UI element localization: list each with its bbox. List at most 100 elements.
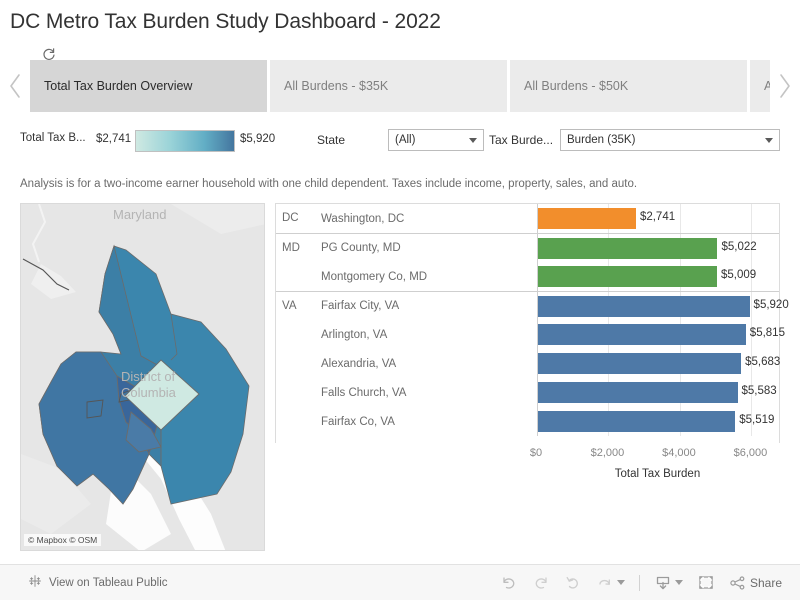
tab-label: All Burdens - $35K bbox=[284, 79, 389, 93]
jurisdiction-cell: Fairfax Co, VA bbox=[321, 415, 395, 428]
share-label: Share bbox=[749, 575, 782, 590]
bar[interactable] bbox=[538, 296, 750, 317]
table-row[interactable]: Alexandria, VA $5,683 bbox=[276, 349, 781, 378]
tabs-container: Total Tax Burden Overview All Burdens - … bbox=[30, 60, 770, 112]
bar[interactable] bbox=[538, 353, 742, 374]
bar-cell: $5,683 bbox=[537, 349, 781, 378]
tab-label: All Burdens - $50K bbox=[524, 79, 629, 93]
view-on-tableau-public-label: View on Tableau Public bbox=[49, 576, 168, 589]
x-axis-tick-label: $6,000 bbox=[733, 447, 768, 459]
toolbar-divider bbox=[638, 574, 640, 591]
jurisdiction-cell: PG County, MD bbox=[321, 242, 401, 254]
jurisdiction-cell: Washington, DC bbox=[321, 212, 405, 225]
x-axis-tick-label: $2,000 bbox=[590, 447, 625, 459]
bar-value-label: $5,583 bbox=[741, 385, 777, 397]
tableau-logo-icon bbox=[28, 574, 42, 591]
state-filter-value: (All) bbox=[395, 134, 416, 146]
tax-burden-filter-label: Tax Burde... bbox=[489, 133, 554, 147]
chevron-down-icon bbox=[469, 137, 477, 143]
bar-value-label: $5,683 bbox=[745, 356, 781, 368]
table-row[interactable]: Falls Church, VA $5,583 bbox=[276, 378, 779, 407]
chevron-down-icon bbox=[674, 580, 683, 585]
x-axis-ticks: $0 $2,000 $4,000 $6,000 bbox=[530, 443, 780, 465]
x-axis-tick-label: $4,000 bbox=[662, 447, 696, 459]
tax-burden-filter-select[interactable]: Burden (35K) bbox=[560, 129, 780, 151]
state-cell bbox=[276, 407, 321, 415]
tab-strip: Total Tax Burden Overview All Burdens - … bbox=[0, 60, 800, 112]
bar-value-label: $2,741 bbox=[639, 211, 676, 223]
bar[interactable] bbox=[538, 382, 738, 403]
chevron-down-icon bbox=[616, 580, 625, 585]
state-filter-label: State bbox=[317, 133, 346, 147]
bar-cell: $5,920 bbox=[537, 292, 789, 320]
state-cell: VA bbox=[282, 300, 297, 312]
grid-line bbox=[679, 204, 681, 233]
table-row[interactable]: VA Fairfax City, VA $5,920 bbox=[276, 291, 789, 320]
table-row[interactable]: MD PG County, MD $5,022 bbox=[276, 233, 779, 262]
bar[interactable] bbox=[538, 238, 718, 259]
tab-prev-button[interactable] bbox=[0, 60, 30, 112]
bar-value-label: $5,519 bbox=[739, 414, 775, 426]
bar-chart[interactable]: DC Washington, DC $2,741 MD PG County, MD $5,… bbox=[275, 203, 789, 443]
bar[interactable] bbox=[538, 208, 636, 229]
grid-line bbox=[751, 292, 753, 320]
bar-cell: $5,583 bbox=[537, 378, 779, 407]
refresh-data-icon[interactable] bbox=[596, 575, 625, 591]
state-cell bbox=[276, 320, 321, 328]
bar[interactable] bbox=[538, 411, 736, 432]
bar-value-label: $5,022 bbox=[721, 241, 757, 253]
bar-cell: $5,022 bbox=[537, 234, 779, 262]
state-cell: DC bbox=[282, 212, 299, 224]
grid-line bbox=[751, 204, 753, 233]
jurisdiction-cell: Montgomery Co, MD bbox=[321, 270, 428, 283]
bar-value-label: $5,815 bbox=[749, 327, 785, 339]
table-row[interactable]: Fairfax Co, VA $5,519 bbox=[276, 407, 779, 436]
color-gradient-legend[interactable] bbox=[135, 130, 235, 152]
view-on-tableau-public-link[interactable]: View on Tableau Public bbox=[28, 574, 168, 591]
bar[interactable] bbox=[538, 266, 717, 287]
tab-all-burdens-50k[interactable]: All Burdens - $50K bbox=[510, 60, 747, 112]
bar-cell: $5,519 bbox=[537, 407, 779, 436]
share-button[interactable]: Share bbox=[729, 575, 782, 591]
bar[interactable] bbox=[538, 324, 746, 345]
bar-cell: $2,741 bbox=[537, 204, 779, 233]
footer-toolbar: View on Tableau Public Share bbox=[0, 564, 800, 600]
jurisdiction-cell: Alexandria, VA bbox=[321, 357, 397, 370]
tab-total-tax-burden-overview[interactable]: Total Tax Burden Overview bbox=[30, 60, 267, 112]
page-title: DC Metro Tax Burden Study Dashboard - 20… bbox=[10, 10, 441, 33]
bar-cell: $5,815 bbox=[537, 320, 785, 349]
map-region-falls-church-va bbox=[86, 399, 104, 419]
state-filter-select[interactable]: (All) bbox=[388, 129, 484, 151]
download-icon[interactable] bbox=[654, 574, 683, 591]
x-axis-tick-label: $0 bbox=[529, 447, 543, 459]
tab-next-button[interactable] bbox=[770, 60, 800, 112]
bar-value-label: $5,920 bbox=[753, 299, 789, 311]
undo-icon[interactable] bbox=[500, 575, 518, 591]
map-svg bbox=[21, 204, 264, 550]
tab-label: Total Tax Burden Overview bbox=[44, 79, 193, 93]
bar-value-label: $5,009 bbox=[720, 269, 757, 281]
legend-min-value: $2,741 bbox=[96, 133, 132, 145]
state-cell bbox=[276, 378, 321, 386]
revert-icon[interactable] bbox=[564, 575, 582, 591]
x-axis-title: Total Tax Burden bbox=[614, 468, 701, 480]
jurisdiction-cell: Falls Church, VA bbox=[321, 386, 407, 399]
tab-partial-next[interactable]: A bbox=[750, 60, 770, 112]
tab-all-burdens-35k[interactable]: All Burdens - $35K bbox=[270, 60, 507, 112]
choropleth-map[interactable]: Maryland District of Columbia © Mapbox © … bbox=[20, 203, 265, 551]
legend-title: Total Tax B... bbox=[20, 132, 86, 144]
jurisdiction-cell: Fairfax City, VA bbox=[321, 300, 400, 312]
analysis-note: Analysis is for a two-income earner hous… bbox=[20, 178, 638, 190]
redo-icon[interactable] bbox=[532, 575, 550, 591]
jurisdiction-cell: Arlington, VA bbox=[321, 328, 388, 341]
tax-burden-filter-value: Burden (35K) bbox=[567, 134, 636, 146]
table-row[interactable]: Montgomery Co, MD $5,009 bbox=[276, 262, 779, 291]
chevron-down-icon bbox=[765, 137, 773, 143]
fullscreen-icon[interactable] bbox=[697, 574, 715, 591]
legend-max-value: $5,920 bbox=[240, 133, 276, 145]
bar-cell: $5,009 bbox=[537, 262, 779, 291]
state-cell bbox=[276, 262, 321, 270]
table-row[interactable]: Arlington, VA $5,815 bbox=[276, 320, 785, 349]
table-row[interactable]: DC Washington, DC $2,741 bbox=[276, 204, 779, 233]
state-cell bbox=[276, 349, 321, 357]
